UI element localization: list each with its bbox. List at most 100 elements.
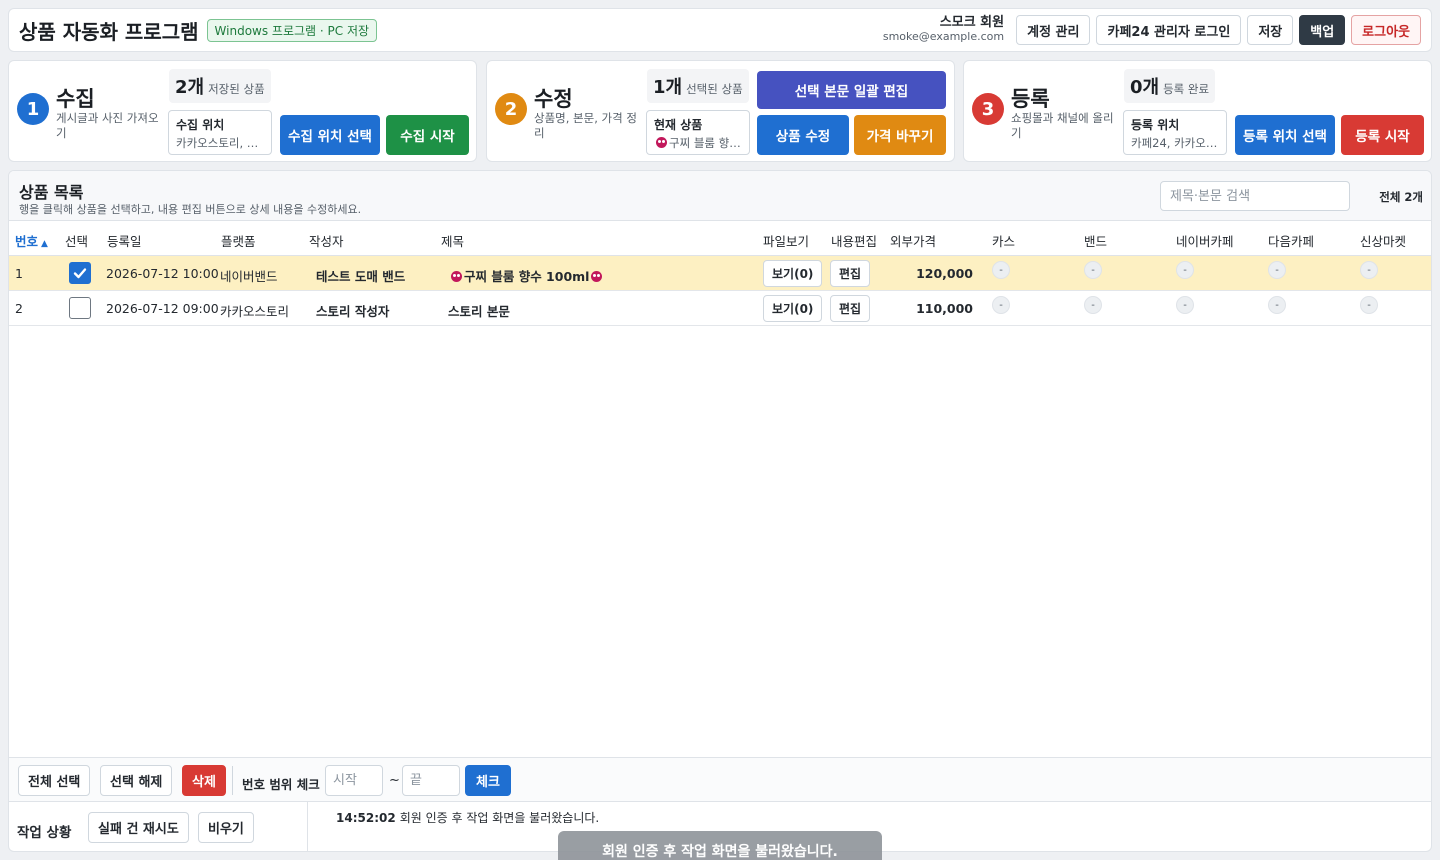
column-header-platform[interactable]: 플랫폼: [221, 231, 256, 250]
register-location-select-button[interactable]: 등록 위치 선택: [1235, 115, 1335, 155]
log-entry: 14:52:02 회원 인증 후 작업 화면을 불러왔습니다.: [336, 809, 599, 826]
app-title: 상품 자동화 프로그램: [19, 19, 199, 44]
row-number: 2: [15, 301, 23, 316]
divider: [232, 766, 233, 795]
view-files-button[interactable]: 보기(0): [763, 295, 823, 322]
row-title: 구찌 블룸 향수 100ml: [449, 266, 604, 285]
step-description: 상품명, 본문, 가격 정리: [534, 111, 637, 140]
column-header-edit[interactable]: 내용편집: [831, 231, 877, 250]
edit-content-button[interactable]: 편집: [830, 295, 871, 322]
cafe24-login-button[interactable]: 카페24 관리자 로그인: [1096, 15, 1242, 45]
account-manage-button[interactable]: 계정 관리: [1016, 15, 1091, 45]
kakaostory-status: -: [992, 296, 1010, 314]
collect-start-button[interactable]: 수집 시작: [386, 115, 469, 155]
column-header-price[interactable]: 외부가격: [890, 231, 936, 250]
user-info: 스모크 회원 smoke@example.com: [883, 15, 1004, 44]
registered-count-label: 등록 완료: [1163, 82, 1210, 96]
product-list-header: 상품 목록 행을 클릭해 상품을 선택하고, 내용 편집 버튼으로 상세 내용을…: [9, 171, 1431, 221]
column-header-number-label: 번호: [15, 234, 39, 249]
naver-cafe-status: -: [1176, 261, 1194, 279]
step-title: 수정: [534, 87, 573, 111]
save-button[interactable]: 저장: [1247, 15, 1294, 45]
check-icon: [73, 268, 87, 279]
range-separator: ~: [389, 773, 400, 788]
platform-badge: Windows 프로그램 · PC 저장: [206, 18, 378, 42]
selected-count: 1개 선택된 상품: [647, 69, 749, 103]
bulk-edit-body-button[interactable]: 선택 본문 일괄 편집: [757, 71, 946, 109]
column-header-date[interactable]: 등록일: [107, 231, 142, 250]
devil-emoji-icon: [656, 137, 667, 148]
kakaostory-status: -: [992, 261, 1010, 279]
column-header-author[interactable]: 작성자: [309, 231, 344, 250]
table-header: 번호 ▲ 선택 등록일 플랫폼 작성자 제목 파일보기 내용편집 외부가격 카스 …: [9, 221, 1431, 256]
column-header-number[interactable]: 번호 ▲: [15, 231, 48, 250]
sort-ascending-icon: ▲: [41, 239, 48, 249]
log-time: 14:52:02: [336, 811, 396, 825]
product-list-title: 상품 목록: [19, 183, 84, 202]
row-checkbox[interactable]: [69, 262, 91, 284]
row-title: 스토리 본문: [448, 304, 510, 319]
row-platform: 카카오스토리: [220, 304, 290, 319]
column-header-naver-cafe[interactable]: 네이버카페: [1176, 231, 1234, 250]
register-location-box: 등록 위치 카페24, 카카오스토리: [1123, 110, 1227, 155]
step-collect-card: 1 수집 게시글과 사진 가져오기 2개 저장된 상품 수집 위치 카카오스토리…: [8, 60, 477, 162]
selected-count-label: 선택된 상품: [686, 82, 743, 96]
column-header-files[interactable]: 파일보기: [763, 231, 809, 250]
row-checkbox[interactable]: [69, 297, 91, 319]
clear-log-button[interactable]: 비우기: [198, 812, 254, 843]
sinsang-market-status: -: [1360, 296, 1378, 314]
saved-count: 2개 저장된 상품: [169, 69, 271, 103]
register-start-button[interactable]: 등록 시작: [1341, 115, 1424, 155]
step-description: 게시글과 사진 가져오기: [56, 111, 159, 140]
step-edit-card: 2 수정 상품명, 본문, 가격 정리 1개 선택된 상품 현재 상품 구찌 블…: [486, 60, 955, 162]
sinsang-market-status: -: [1360, 261, 1378, 279]
daum-cafe-status: -: [1268, 261, 1286, 279]
product-list-panel: 상품 목록 행을 클릭해 상품을 선택하고, 내용 편집 버튼으로 상세 내용을…: [8, 170, 1432, 852]
list-action-bar: 전체 선택 선택 해제 삭제 번호 범위 체크 ~ 체크: [9, 757, 1431, 801]
modify-product-button[interactable]: 상품 수정: [757, 115, 849, 155]
retry-failed-button[interactable]: 실패 건 재시도: [88, 812, 189, 843]
table-row[interactable]: 2 2026-07-12 09:00 카카오스토리 스토리 작성자 스토리 본문…: [9, 291, 1431, 326]
delete-button[interactable]: 삭제: [182, 765, 226, 796]
view-files-button[interactable]: 보기(0): [763, 260, 823, 287]
row-author: 테스트 도매 밴드: [316, 269, 406, 284]
column-header-daum-cafe[interactable]: 다음카페: [1268, 231, 1314, 250]
row-date: 2026-07-12 10:00: [106, 266, 219, 281]
saved-count-value: 2개: [175, 77, 205, 98]
band-status: -: [1084, 296, 1102, 314]
range-end-input[interactable]: [402, 765, 460, 796]
current-product-box: 현재 상품 구찌 블룸 향수 100ml: [646, 110, 750, 155]
step-number-badge: 2: [495, 93, 527, 125]
edit-content-button[interactable]: 편집: [830, 260, 871, 287]
range-check-label: 번호 범위 체크: [242, 777, 320, 792]
logout-button[interactable]: 로그아웃: [1351, 15, 1421, 45]
row-author: 스토리 작성자: [316, 304, 390, 319]
status-controls: 작업 상황 실패 건 재시도 비우기: [9, 802, 308, 851]
deselect-button[interactable]: 선택 해제: [100, 765, 173, 796]
row-external-price: 120,000: [916, 266, 973, 281]
select-all-button[interactable]: 전체 선택: [18, 765, 91, 796]
column-header-kakaostory[interactable]: 카스: [992, 231, 1015, 250]
step-register-card: 3 등록 쇼핑몰과 채널에 올리기 0개 등록 완료 등록 위치 카페24, 카…: [963, 60, 1432, 162]
selected-count-value: 1개: [653, 77, 683, 98]
toast-notification: 회원 인증 후 작업 화면을 불러왔습니다.: [558, 831, 882, 860]
app-header: 상품 자동화 프로그램 Windows 프로그램 · PC 저장 스모크 회원 …: [8, 8, 1432, 52]
table-row[interactable]: 1 2026-07-12 10:00 네이버밴드 테스트 도매 밴드 구찌 블룸…: [9, 256, 1431, 291]
devil-emoji-icon: [451, 271, 462, 282]
row-title-text: 구찌 블룸 향수 100ml: [464, 269, 590, 284]
step-description: 쇼핑몰과 채널에 올리기: [1011, 111, 1114, 140]
column-header-select[interactable]: 선택: [65, 231, 88, 250]
backup-button[interactable]: 백업: [1299, 15, 1346, 45]
change-price-button[interactable]: 가격 바꾸기: [854, 115, 946, 155]
range-check-button[interactable]: 체크: [465, 765, 511, 796]
row-date: 2026-07-12 09:00: [106, 301, 219, 316]
row-number: 1: [15, 266, 23, 281]
range-start-input[interactable]: [325, 765, 383, 796]
collect-location-select-button[interactable]: 수집 위치 선택: [280, 115, 380, 155]
devil-emoji-icon: [591, 271, 603, 282]
column-header-band[interactable]: 밴드: [1084, 231, 1107, 250]
search-input[interactable]: [1160, 181, 1350, 211]
column-header-title[interactable]: 제목: [441, 231, 464, 250]
registered-count: 0개 등록 완료: [1124, 69, 1216, 103]
column-header-sinsang-market[interactable]: 신상마켓: [1360, 231, 1406, 250]
